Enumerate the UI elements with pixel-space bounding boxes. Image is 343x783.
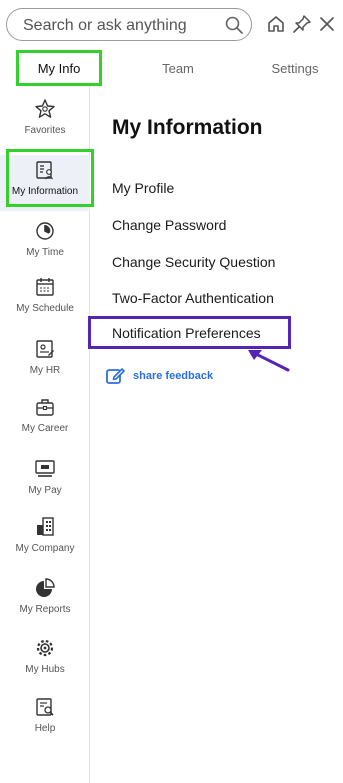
- search-placeholder: Search or ask anything: [23, 17, 187, 34]
- hub-gear-icon: [36, 639, 54, 657]
- sidebar-item-label: My Hubs: [25, 664, 65, 675]
- sidebar-item-help[interactable]: Help: [0, 696, 90, 752]
- sidebar-item-my-pay[interactable]: My Pay: [0, 458, 90, 514]
- tab-label: Settings: [271, 60, 319, 76]
- pay-monitor-icon: [35, 460, 55, 477]
- clock-icon: [36, 222, 54, 240]
- pie-chart-icon: [36, 578, 55, 597]
- sidebar-item-label: My Pay: [28, 485, 62, 496]
- tab-my-info[interactable]: My Info: [16, 50, 102, 86]
- building-icon: [37, 517, 54, 536]
- tab-label: My Info: [37, 60, 81, 76]
- sidebar-item-my-hubs[interactable]: My Hubs: [0, 637, 90, 693]
- help-book-icon: [36, 698, 54, 716]
- notification-highlight-box: [88, 316, 291, 349]
- hr-document-icon: [36, 340, 54, 358]
- sidebar-item-my-reports[interactable]: My Reports: [0, 577, 90, 633]
- sidebar-item-label: My Reports: [19, 604, 71, 615]
- sidebar-highlight-box: [6, 149, 94, 207]
- page-title: My Information: [112, 116, 263, 139]
- link-change-password[interactable]: Change Password: [112, 217, 226, 233]
- link-my-profile[interactable]: My Profile: [112, 180, 174, 196]
- sidebar-item-my-time[interactable]: My Time: [0, 220, 90, 276]
- home-icon[interactable]: [265, 13, 287, 35]
- sidebar-item-my-career[interactable]: My Career: [0, 396, 90, 452]
- tab-team[interactable]: Team: [128, 50, 228, 86]
- sidebar-item-my-hr[interactable]: My HR: [0, 338, 90, 394]
- star-icon: [35, 99, 55, 118]
- search-icon[interactable]: [223, 14, 245, 36]
- share-feedback-link[interactable]: share feedback: [105, 365, 213, 387]
- link-two-factor-authentication[interactable]: Two-Factor Authentication: [112, 290, 274, 306]
- top-bar: Search or ask anything: [0, 0, 343, 48]
- sidebar-item-favorites[interactable]: Favorites: [0, 98, 90, 154]
- calendar-icon: [36, 278, 54, 296]
- search-input[interactable]: Search or ask anything: [6, 8, 252, 41]
- sidebar-item-label: My Time: [26, 247, 64, 258]
- share-feedback-label: share feedback: [133, 370, 214, 382]
- sidebar-item-label: My Company: [15, 543, 75, 554]
- sidebar-item-label: My Career: [21, 423, 69, 434]
- tab-settings[interactable]: Settings: [250, 50, 340, 86]
- sidebar-item-label: My Schedule: [16, 303, 74, 314]
- close-icon[interactable]: [316, 13, 338, 35]
- link-change-security-question[interactable]: Change Security Question: [112, 254, 275, 270]
- tab-label: Team: [162, 60, 194, 76]
- sidebar-item-my-company[interactable]: My Company: [0, 516, 90, 572]
- sidebar-item-label: My HR: [29, 365, 61, 376]
- pin-icon[interactable]: [291, 13, 313, 35]
- sidebar-item-label: Favorites: [24, 125, 66, 136]
- annotation-arrow-icon: [248, 350, 290, 372]
- tab-bar: My Info Team Settings: [0, 50, 343, 86]
- briefcase-icon: [36, 399, 54, 416]
- sidebar-item-my-schedule[interactable]: My Schedule: [0, 276, 90, 332]
- edit-feedback-icon: [106, 368, 125, 384]
- sidebar-item-label: Help: [34, 723, 56, 734]
